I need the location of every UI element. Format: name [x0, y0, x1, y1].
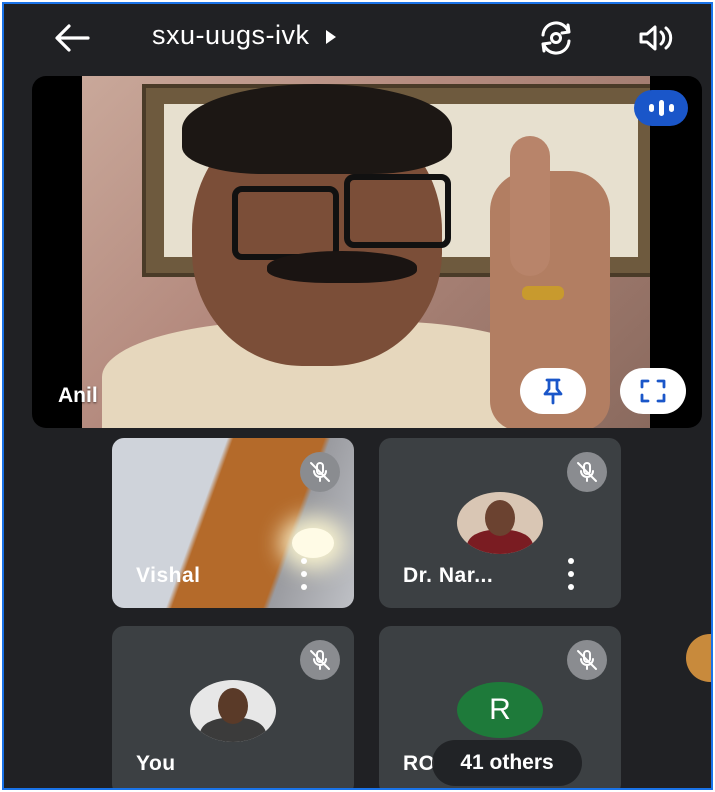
- meeting-title-button[interactable]: sxu-uugs-ivk: [152, 20, 336, 51]
- mic-off-badge: [567, 452, 607, 492]
- participant-name: You: [136, 752, 176, 775]
- speaker-hair: [182, 84, 452, 174]
- mic-off-icon: [310, 649, 330, 670]
- speaker-finger: [510, 136, 550, 276]
- fullscreen-button[interactable]: [620, 368, 686, 414]
- more-vert-icon: [568, 558, 574, 564]
- avatar: [457, 492, 543, 554]
- participant-tile[interactable]: Vishal: [112, 438, 354, 608]
- switch-camera-icon: [541, 21, 571, 55]
- mic-off-badge: [300, 452, 340, 492]
- back-arrow-icon: [55, 24, 90, 52]
- speaker-glasses-right: [344, 174, 451, 248]
- participant-tile[interactable]: Dr. Nar...: [379, 438, 621, 608]
- main-participant-name: Anil: [58, 384, 98, 407]
- main-video-tile[interactable]: Anil: [32, 76, 702, 428]
- caret-right-icon: [325, 29, 336, 44]
- fullscreen-icon: [640, 379, 666, 403]
- participant-name: Vishal: [136, 564, 201, 587]
- avatar: R: [457, 682, 543, 738]
- participant-name: Dr. Nar...: [403, 564, 494, 587]
- participant-name: RO: [403, 752, 436, 775]
- side-floating-button[interactable]: [686, 634, 711, 682]
- speaker-icon: [639, 25, 673, 51]
- audio-level-icon: [634, 90, 688, 126]
- speaker-glasses-left: [232, 186, 339, 260]
- mic-off-icon: [577, 649, 597, 670]
- pin-icon: [543, 378, 563, 405]
- mic-off-icon: [577, 461, 597, 482]
- meet-screen: sxu-uugs-ivk Anil Vishal Dr. Nar... You …: [2, 2, 713, 790]
- participant-tile-self[interactable]: You: [112, 626, 354, 788]
- more-vert-icon: [301, 558, 307, 564]
- more-options-button[interactable]: [561, 558, 581, 590]
- speaker-mustache: [267, 251, 417, 283]
- meeting-code: sxu-uugs-ivk: [152, 20, 310, 50]
- ceiling-lamp: [292, 528, 334, 558]
- more-options-button[interactable]: [294, 558, 314, 590]
- top-bar: sxu-uugs-ivk: [4, 4, 711, 72]
- mic-off-icon: [310, 461, 330, 482]
- avatar: [190, 680, 276, 742]
- switch-camera-button[interactable]: [532, 16, 580, 60]
- others-button[interactable]: 41 others: [432, 740, 582, 786]
- speaker-button[interactable]: [632, 16, 680, 60]
- speaker-ring: [522, 286, 564, 300]
- back-button[interactable]: [50, 18, 94, 58]
- mic-off-badge: [567, 640, 607, 680]
- pin-button[interactable]: [520, 368, 586, 414]
- mic-off-badge: [300, 640, 340, 680]
